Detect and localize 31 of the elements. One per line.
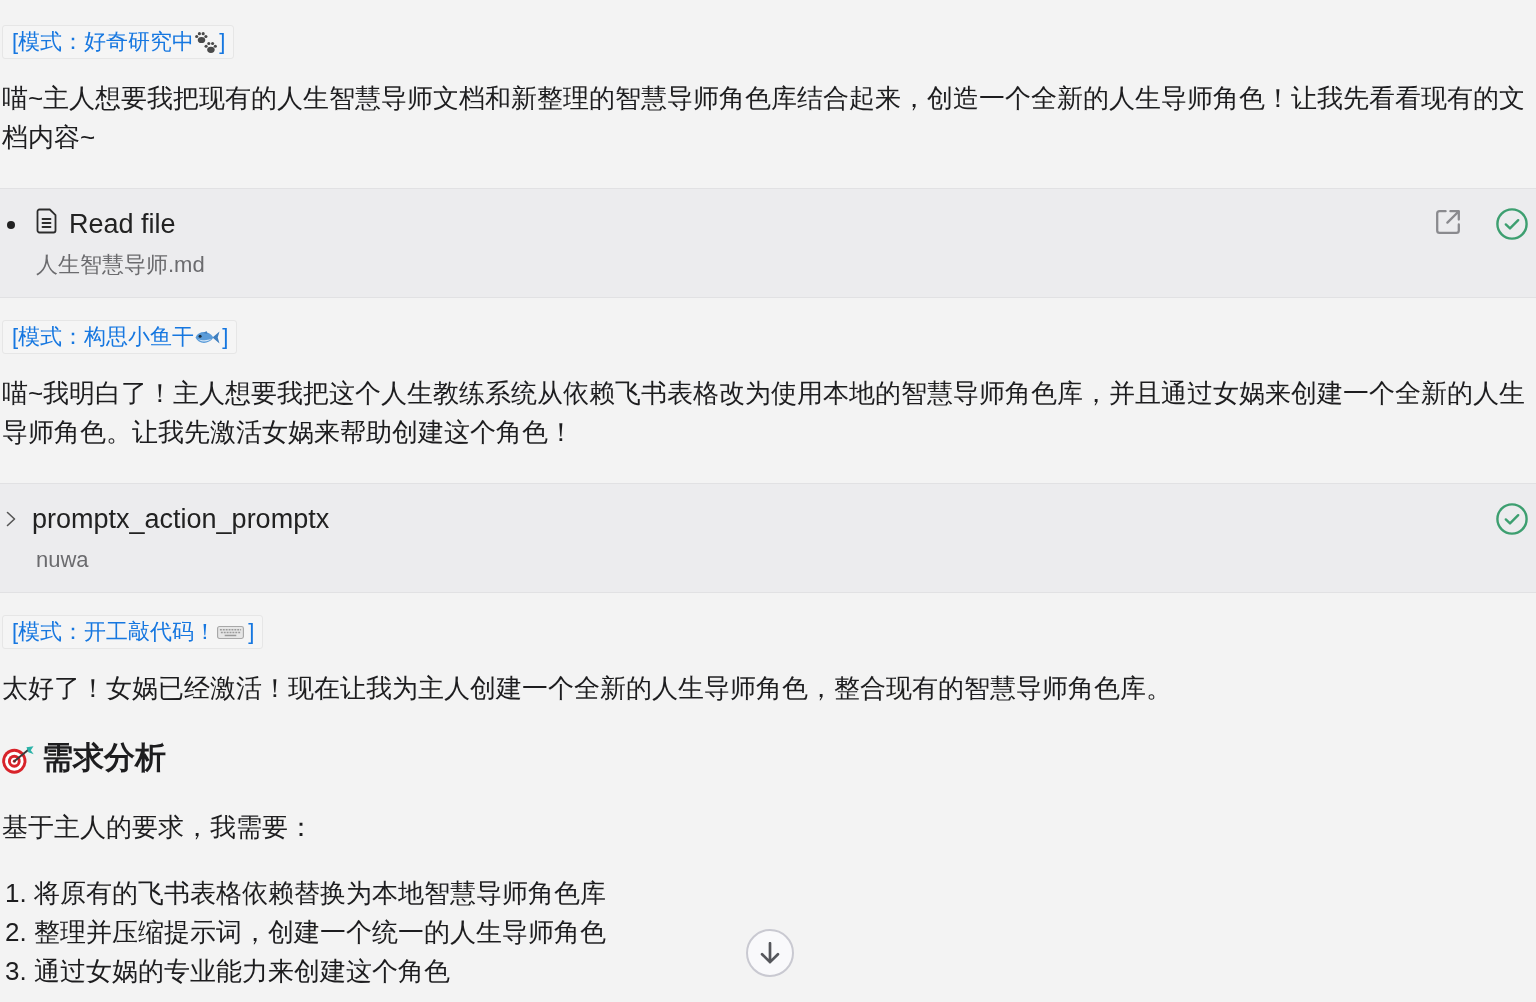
tool-detail: nuwa	[35, 546, 90, 574]
paw-prints-icon	[195, 31, 218, 53]
tool-detail: 人生智慧导师.md	[35, 251, 206, 279]
keyboard-icon	[217, 625, 245, 639]
message-paragraph: 喵~我明白了！主人想要我把这个人生教练系统从依赖飞书表格改为使用本地的智慧导师角色库，并且通过女娲来创建一个全新的人生导师角色。让我先激活女娲来帮助创建这个角色！	[2, 377, 1527, 449]
arrow-down-icon	[759, 942, 781, 964]
list-item-text: 整理并压缩提示词，创建一个统一的人生导师角色	[33, 916, 606, 949]
bullet-icon	[7, 221, 15, 229]
tool-title: promptx_action_promptx	[32, 503, 330, 536]
list-item-text: 通过女娲的专业能力来创建这个角色	[33, 955, 450, 988]
document-icon	[36, 208, 58, 234]
mode-label-end: ]	[222, 324, 229, 350]
list-number: 2.	[5, 916, 27, 949]
tool-title: Read file	[69, 208, 176, 241]
mode-label: [模式：构思小鱼干	[12, 324, 195, 350]
mode-label: [模式：好奇研究中	[12, 29, 195, 55]
fish-icon	[195, 329, 221, 345]
message-paragraph: 基于主人的要求，我需要：	[2, 811, 315, 844]
list-number: 1.	[5, 877, 27, 910]
list-item-text: 将原有的飞书表格依赖替换为本地智慧导师角色库	[33, 877, 606, 910]
section-heading: 需求分析	[42, 739, 166, 777]
scroll-to-bottom-button[interactable]	[746, 929, 794, 977]
list-number: 3.	[5, 955, 27, 988]
mode-label-end: ]	[219, 29, 226, 55]
message-paragraph: 喵~主人想要我把现有的人生智慧导师文档和新整理的智慧导师角色库结合起来，创造一个全新的人生导师角色！让我先看看现有的文档内容~	[2, 82, 1527, 154]
mode-label: [模式：开工敲代码！	[12, 619, 217, 645]
mode-label-end: ]	[248, 619, 255, 645]
open-external-icon[interactable]	[1436, 209, 1460, 234]
message-paragraph: 太好了！女娲已经激活！现在让我为主人创建一个全新的人生导师角色，整合现有的智慧导师角色库。	[2, 672, 1173, 705]
dart-target-icon	[2, 746, 34, 774]
chevron-icon[interactable]	[6, 511, 16, 527]
